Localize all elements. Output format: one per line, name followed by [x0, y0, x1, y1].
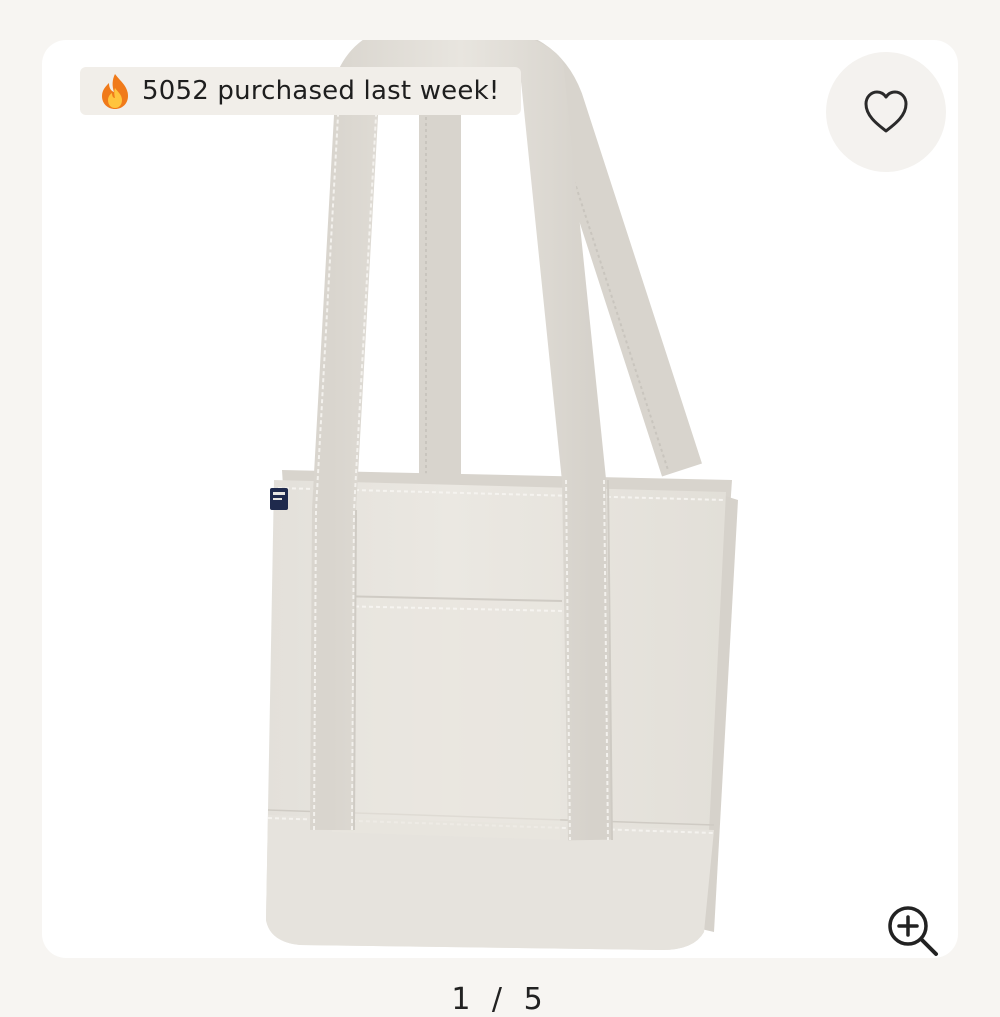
tote-bag-image	[266, 40, 738, 950]
heart-icon	[864, 90, 908, 133]
image-pager: 1 / 5	[451, 982, 549, 1017]
purchase-count-text: 5052 purchased last week!	[142, 76, 500, 106]
zoom-in-icon	[888, 906, 938, 956]
purchase-count-badge: 5052 purchased last week!	[80, 67, 522, 115]
fire-icon	[102, 74, 128, 109]
favorite-button[interactable]	[826, 52, 946, 172]
zoom-button[interactable]	[882, 900, 944, 962]
product-image-card[interactable]	[42, 40, 958, 958]
